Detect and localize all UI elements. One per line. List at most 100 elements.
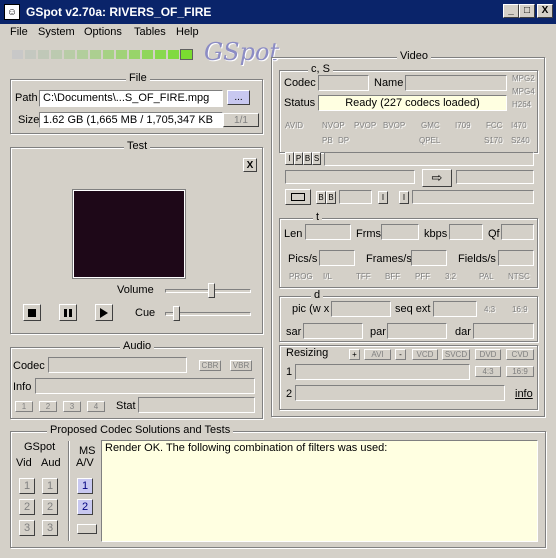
nvop-flag: NVOP: [322, 121, 345, 130]
b-frame-button-1[interactable]: B: [316, 191, 326, 204]
frames-field: [411, 250, 447, 266]
path-field[interactable]: C:\Documents\...S_OF_FIRE.mpg: [39, 90, 223, 107]
proposed-group-title: Proposed Codec Solutions and Tests: [47, 424, 234, 436]
ntsc-flag: NTSC: [508, 272, 530, 281]
pic-field: [331, 301, 391, 317]
ipbs-s-button[interactable]: S: [312, 152, 321, 165]
resize-avi-button[interactable]: AVI: [364, 349, 391, 360]
par-field: [387, 323, 447, 339]
test-group-title: Test: [124, 140, 151, 152]
resize-row-2-label: 2: [286, 388, 293, 400]
s240-flag: S240: [511, 136, 530, 145]
ipbs-field: [324, 152, 534, 166]
prog-flag: PROG: [289, 272, 313, 281]
d-group-title: d: [311, 289, 324, 301]
i-frame-button-2[interactable]: I: [399, 191, 409, 204]
proposed-divider: [68, 441, 70, 541]
menu-options[interactable]: Options: [84, 26, 122, 38]
resize-vcd-button[interactable]: VCD: [412, 349, 438, 360]
path-label: Path: [15, 92, 38, 104]
pause-button[interactable]: [59, 304, 77, 321]
sar-label: sar: [286, 326, 302, 338]
vid-button-2[interactable]: 2: [19, 499, 35, 515]
audio-codec-field: [48, 357, 187, 373]
seqext-label: seq ext: [395, 303, 431, 315]
h264-flag: H264: [512, 100, 532, 109]
32-flag: 3:2: [445, 272, 457, 281]
render-output: Render OK. The following combination of …: [101, 440, 538, 542]
fields-label: Fields/s: [458, 253, 496, 265]
b-frame-button-2[interactable]: B: [326, 191, 336, 204]
vbr-flag: VBR: [230, 360, 252, 371]
vid-button-1[interactable]: 1: [19, 478, 35, 494]
b-frame-field: [339, 190, 372, 204]
ipbs-b-button[interactable]: B: [303, 152, 312, 165]
cue-slider-thumb[interactable]: [173, 306, 180, 321]
minimize-button[interactable]: _: [503, 4, 519, 18]
size-field: 1.62 GB (1,665 MB / 1,705,347 KB: [39, 112, 223, 128]
menu-file[interactable]: File: [10, 26, 28, 38]
aud-button-1[interactable]: 1: [42, 478, 58, 494]
i-frame-field: [412, 190, 534, 204]
frms-label: Frms: [356, 228, 382, 240]
menu-tables[interactable]: Tables: [134, 26, 166, 38]
i470-flag: I470: [511, 121, 527, 130]
qf-label: Qf: [488, 228, 500, 240]
bff-flag: BFF: [385, 272, 401, 281]
tff-flag: TFF: [356, 272, 371, 281]
codec-label: Codec: [284, 77, 316, 89]
ms-button-2[interactable]: 2: [77, 499, 93, 515]
ipbs-i-button[interactable]: I: [285, 152, 294, 165]
resize-cvd-button[interactable]: CVD: [506, 349, 534, 360]
step-frame-button[interactable]: ⇨: [422, 169, 452, 187]
frame-counter-field: [456, 170, 534, 184]
info-link[interactable]: info: [515, 388, 533, 400]
stop-button[interactable]: [23, 304, 41, 321]
resize-ratio-43-button[interactable]: 4:3: [475, 366, 501, 377]
play-icon: [100, 307, 108, 318]
maximize-button[interactable]: □: [519, 4, 535, 18]
menu-system[interactable]: System: [38, 26, 75, 38]
resize-plus-button[interactable]: +: [349, 349, 360, 360]
mpg4-flag: MPG4: [512, 87, 535, 96]
aud-button-3[interactable]: 3: [42, 520, 58, 536]
aud-button-2[interactable]: 2: [42, 499, 58, 515]
resize-ratio-169-button[interactable]: 16:9: [506, 366, 534, 377]
pause-icon: [64, 308, 72, 317]
page-indicator[interactable]: 1/1: [223, 113, 259, 127]
resize-row-2-field: [295, 385, 505, 401]
ipbs-p-button[interactable]: P: [294, 152, 303, 165]
s170-flag: S170: [484, 136, 503, 145]
resize-minus-button[interactable]: -: [395, 349, 406, 360]
i-frame-button-1[interactable]: I: [378, 191, 388, 204]
play-button[interactable]: [95, 304, 113, 321]
ms-label: MS: [79, 445, 96, 457]
test-close-button[interactable]: X: [243, 158, 257, 172]
volume-slider-thumb[interactable]: [208, 283, 215, 298]
ms-button-1[interactable]: 1: [77, 478, 93, 494]
vid-button-3[interactable]: 3: [19, 520, 35, 536]
menu-help[interactable]: Help: [176, 26, 199, 38]
codec-field: [318, 75, 369, 91]
size-label: Size: [18, 114, 40, 126]
pal-flag: PAL: [479, 272, 494, 281]
browse-button[interactable]: ...: [227, 90, 250, 105]
bvop-flag: BVOP: [383, 121, 406, 130]
fcc-flag: FCC: [486, 121, 503, 130]
pics-label: Pics/s: [288, 253, 318, 265]
gspot-label: GSpot: [24, 441, 56, 453]
resize-svcd-button[interactable]: SVCD: [442, 349, 470, 360]
i709-flag: I709: [455, 121, 471, 130]
ms-blank-button[interactable]: [77, 524, 97, 534]
resizing-label: Resizing: [286, 347, 329, 359]
close-button[interactable]: X: [537, 4, 553, 18]
audio-button-4: 4: [87, 401, 105, 412]
audio-info-label: Info: [13, 381, 32, 393]
dar-field: [473, 323, 534, 339]
gspot-logo: GSpot: [204, 38, 280, 66]
snapshot-button[interactable]: [285, 189, 311, 205]
resize-dvd-button[interactable]: DVD: [475, 349, 501, 360]
audio-button-2: 2: [39, 401, 57, 412]
ratio-43-flag: 4:3: [484, 305, 496, 314]
fields-field: [498, 250, 534, 266]
